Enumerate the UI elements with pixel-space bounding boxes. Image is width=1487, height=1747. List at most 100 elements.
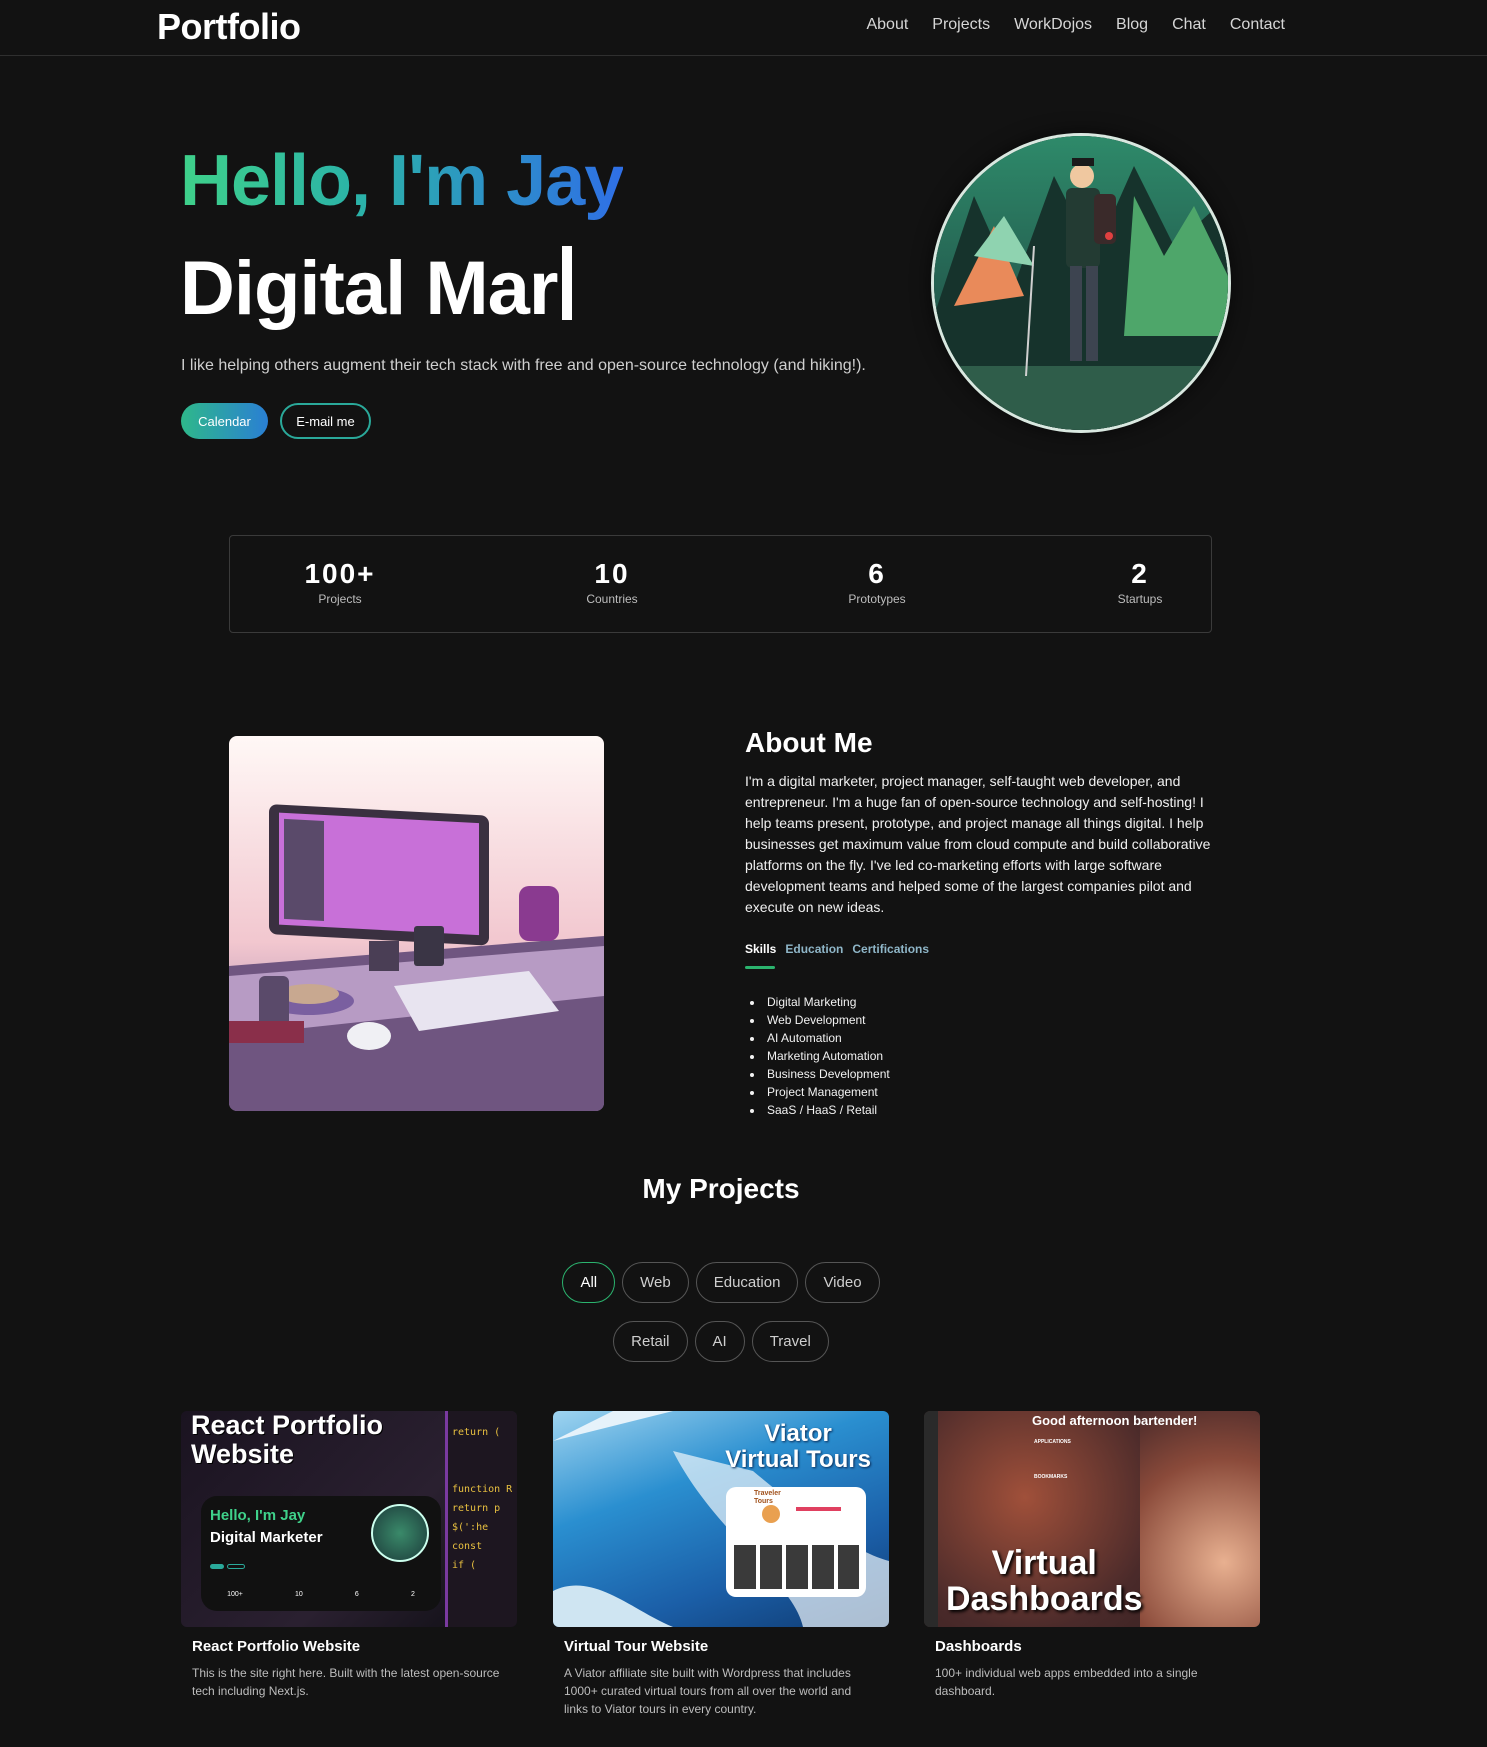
project-title[interactable]: Virtual Tour Website bbox=[564, 1638, 889, 1655]
project-thumbnail[interactable]: Viator Virtual Tours Traveler Tours bbox=[553, 1411, 889, 1627]
stat-countries: 10 Countries bbox=[542, 558, 682, 606]
stat-label: Countries bbox=[586, 592, 638, 606]
nav-link-contact[interactable]: Contact bbox=[1230, 16, 1285, 34]
thumb-title: Viator Virtual Tours bbox=[725, 1421, 871, 1473]
nav-links: About Projects WorkDojos Blog Chat Conta… bbox=[866, 16, 1285, 34]
project-filters-row-2: Retail AI Travel bbox=[0, 1321, 1442, 1362]
preview-gallery bbox=[734, 1545, 859, 1589]
thumb-applications-label: APPLICATIONS bbox=[1034, 1439, 1071, 1445]
filter-travel[interactable]: Travel bbox=[751, 1321, 829, 1362]
stat-label: Projects bbox=[318, 592, 362, 606]
stats-panel: 100+ Projects 10 Countries 6 Prototypes … bbox=[229, 535, 1212, 633]
hero-typed-role: Digital Mar bbox=[180, 245, 572, 332]
nav-link-workdojos[interactable]: WorkDojos bbox=[1014, 16, 1092, 34]
code-line: if ( bbox=[452, 1560, 477, 1571]
stat-projects: 100+ Projects bbox=[270, 558, 410, 606]
stat-value: 2 bbox=[1131, 558, 1149, 589]
skill-item: Business Development bbox=[750, 1065, 890, 1083]
project-title[interactable]: Dashboards bbox=[935, 1638, 1260, 1655]
preview-stats: 100+ 10 6 2 bbox=[201, 1591, 441, 1598]
stat-startups: 2 Startups bbox=[1070, 558, 1210, 606]
thumb-portrait bbox=[1140, 1411, 1260, 1627]
skill-item: Digital Marketing bbox=[750, 993, 890, 1011]
nav-link-about[interactable]: About bbox=[866, 16, 908, 34]
preview-stat: 2 bbox=[410, 1591, 415, 1598]
thumb-bookmarks-label: BOOKMARKS bbox=[1034, 1474, 1068, 1480]
thumb-title: React Portfolio Website bbox=[191, 1411, 384, 1469]
project-title[interactable]: React Portfolio Website bbox=[192, 1638, 517, 1655]
preview-bar bbox=[796, 1507, 841, 1511]
thumb-site-preview: Traveler Tours bbox=[726, 1487, 866, 1597]
preview-button bbox=[210, 1564, 224, 1569]
nav-link-blog[interactable]: Blog bbox=[1116, 16, 1148, 34]
hero-role-text: Digital Mar bbox=[180, 246, 558, 331]
typing-cursor bbox=[561, 246, 572, 320]
project-description: This is the site right here. Built with … bbox=[192, 1666, 500, 1698]
tab-skills[interactable]: Skills bbox=[745, 942, 776, 956]
preview-role: Digital Marketer bbox=[210, 1529, 323, 1546]
hero-tagline: I like helping others augment their tech… bbox=[181, 357, 866, 374]
filter-video[interactable]: Video bbox=[805, 1262, 880, 1303]
thumb-greeting: Good afternoon bartender! bbox=[1032, 1413, 1198, 1428]
project-card-dashboards[interactable]: Good afternoon bartender! APPLICATIONS B… bbox=[924, 1411, 1260, 1700]
about-tabs: Skills Education Certifications bbox=[745, 942, 929, 956]
preview-logo bbox=[762, 1505, 780, 1523]
project-card-virtual-tours[interactable]: Viator Virtual Tours Traveler Tours Virt… bbox=[553, 1411, 889, 1718]
thumb-title-line: Viator bbox=[764, 1420, 832, 1447]
stat-value: 6 bbox=[868, 558, 886, 589]
stat-value: 10 bbox=[594, 558, 630, 589]
email-button[interactable]: E-mail me bbox=[280, 403, 371, 439]
tab-education[interactable]: Education bbox=[785, 942, 843, 956]
code-line: function R bbox=[452, 1484, 513, 1495]
project-card-portfolio[interactable]: React Portfolio Website return ( functio… bbox=[181, 1411, 517, 1700]
about-paragraph: I'm a digital marketer, project manager,… bbox=[745, 773, 1211, 915]
skill-item: SaaS / HaaS / Retail bbox=[750, 1101, 890, 1119]
project-filters-row-1: All Web Education Video bbox=[0, 1262, 1442, 1303]
preview-greeting: Hello, I'm Jay bbox=[210, 1507, 306, 1524]
code-line: return ( bbox=[452, 1427, 501, 1438]
preview-stat: 6 bbox=[354, 1591, 359, 1598]
tab-certifications[interactable]: Certifications bbox=[852, 942, 929, 956]
thumb-title-line: Virtual Tours bbox=[725, 1446, 871, 1473]
about-title: About Me bbox=[745, 727, 873, 758]
preview-brand: Traveler Tours bbox=[754, 1490, 781, 1505]
projects-title: My Projects bbox=[642, 1173, 800, 1204]
brand-logo[interactable]: Portfolio bbox=[157, 6, 301, 48]
thumb-title-line: Virtual bbox=[991, 1544, 1097, 1582]
filter-education[interactable]: Education bbox=[695, 1262, 799, 1303]
stat-label: Prototypes bbox=[848, 592, 906, 606]
project-thumbnail[interactable]: React Portfolio Website return ( functio… bbox=[181, 1411, 517, 1627]
skill-item: Web Development bbox=[750, 1011, 890, 1029]
code-line: return p bbox=[452, 1503, 501, 1514]
preview-stat: 100+ bbox=[227, 1591, 243, 1598]
preview-avatar bbox=[371, 1504, 429, 1562]
filter-retail[interactable]: Retail bbox=[613, 1321, 688, 1362]
code-line: const bbox=[452, 1541, 483, 1552]
project-thumbnail[interactable]: Good afternoon bartender! APPLICATIONS B… bbox=[924, 1411, 1260, 1627]
skill-item: Project Management bbox=[750, 1083, 890, 1101]
filter-all[interactable]: All bbox=[562, 1262, 616, 1303]
skill-item: Marketing Automation bbox=[750, 1047, 890, 1065]
top-navbar: Portfolio About Projects WorkDojos Blog … bbox=[0, 0, 1487, 56]
filter-web[interactable]: Web bbox=[622, 1262, 689, 1303]
skill-item: AI Automation bbox=[750, 1029, 890, 1047]
stat-value: 100+ bbox=[304, 558, 376, 589]
project-description: A Viator affiliate site built with Wordp… bbox=[564, 1666, 852, 1716]
calendar-button[interactable]: Calendar bbox=[181, 403, 268, 439]
stat-prototypes: 6 Prototypes bbox=[807, 558, 947, 606]
hero-greeting: Hello, I'm Jay bbox=[180, 141, 624, 221]
about-illustration bbox=[229, 736, 604, 1111]
stat-label: Startups bbox=[1117, 592, 1163, 606]
thumb-title: Virtual Dashboards bbox=[946, 1545, 1143, 1617]
filter-ai[interactable]: AI bbox=[694, 1321, 745, 1362]
active-tab-indicator bbox=[745, 966, 775, 969]
thumb-site-preview: Hello, I'm Jay Digital Marketer 100+ 10 … bbox=[201, 1496, 441, 1611]
project-description: 100+ individual web apps embedded into a… bbox=[935, 1666, 1198, 1698]
profile-avatar bbox=[934, 136, 1228, 430]
thumb-title-line: Dashboards bbox=[946, 1580, 1143, 1618]
nav-link-projects[interactable]: Projects bbox=[932, 16, 990, 34]
skills-list: Digital Marketing Web Development AI Aut… bbox=[750, 993, 890, 1119]
nav-link-chat[interactable]: Chat bbox=[1172, 16, 1206, 34]
thumb-code-pane: return ( function R return p $(':he cons… bbox=[445, 1411, 517, 1627]
code-line: $(':he bbox=[452, 1522, 489, 1533]
